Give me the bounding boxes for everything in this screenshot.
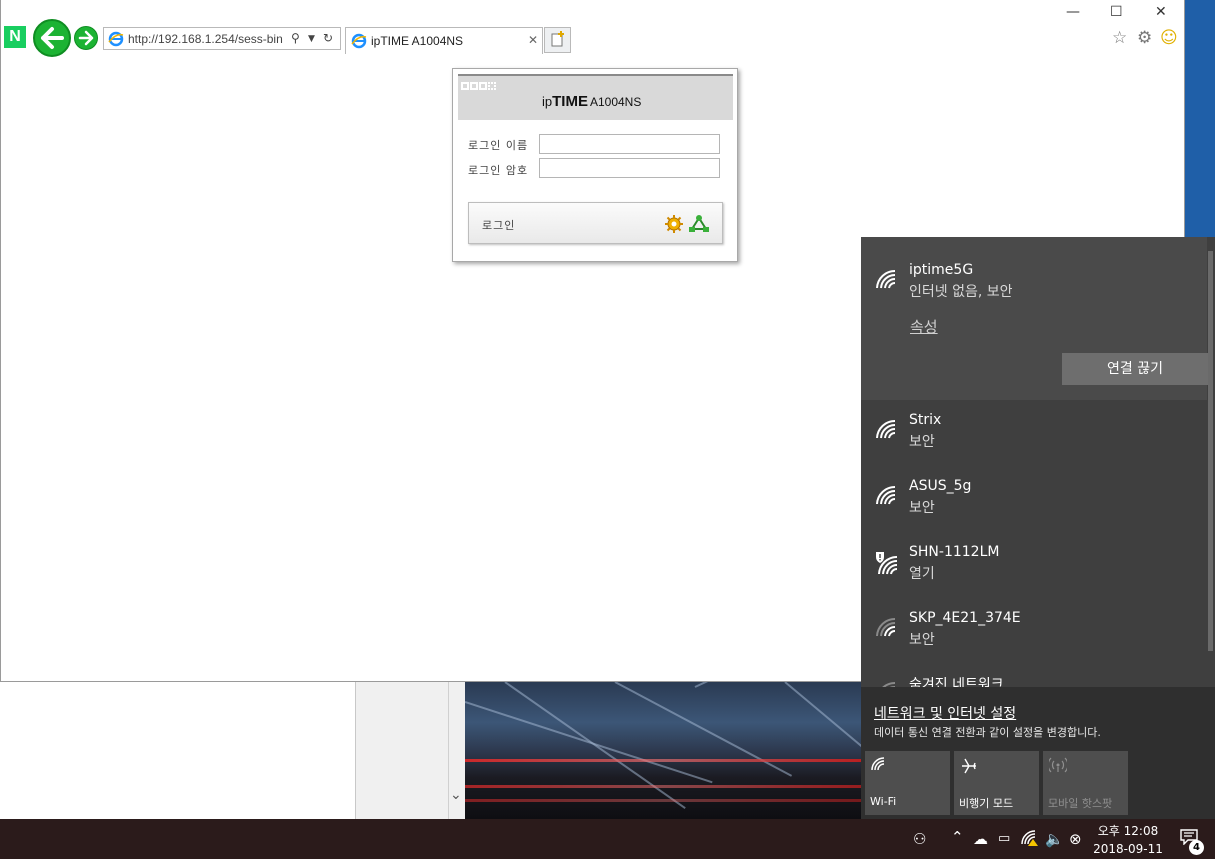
favorites-star-icon[interactable]: ☆ bbox=[1112, 28, 1127, 48]
brand-prefix: ip bbox=[542, 94, 553, 109]
new-tab-button[interactable] bbox=[544, 27, 571, 53]
wifi-open-shield-icon bbox=[876, 552, 898, 575]
network-status: 열기 bbox=[909, 566, 935, 582]
hotspot-icon bbox=[1049, 757, 1067, 773]
network-status: 보안 bbox=[909, 434, 935, 450]
network-name: SKP_4E21_374E bbox=[909, 610, 1021, 626]
dropdown-icon[interactable]: ▼ bbox=[308, 34, 315, 44]
password-label: 로그인 암호 bbox=[468, 164, 529, 177]
wifi-warning-icon[interactable] bbox=[1021, 830, 1039, 850]
background-divider bbox=[448, 681, 449, 819]
scrollbar-thumb[interactable] bbox=[1208, 251, 1213, 651]
arrow-left-icon bbox=[41, 27, 64, 49]
wifi-signal-icon bbox=[876, 420, 896, 439]
chevron-up-icon[interactable]: ⌃ bbox=[951, 828, 964, 846]
login-button[interactable]: 로그인 bbox=[468, 202, 723, 244]
network-error-icon[interactable]: ⊗ bbox=[1069, 830, 1082, 848]
iptime-logo-squares bbox=[461, 79, 497, 93]
clock-time: 오후 12:08 bbox=[1097, 824, 1159, 838]
wifi-icon bbox=[871, 757, 885, 771]
back-button[interactable] bbox=[33, 19, 71, 57]
wifi-warning-glyph bbox=[1021, 830, 1038, 846]
username-input[interactable] bbox=[539, 134, 720, 154]
volume-icon[interactable]: 🔈 bbox=[1045, 830, 1064, 848]
network-name: iptime5G bbox=[909, 262, 974, 278]
search-icon[interactable]: ⚲ bbox=[291, 31, 300, 45]
background-window: ⌄ bbox=[355, 681, 465, 819]
tab-close-icon[interactable]: ✕ bbox=[528, 33, 538, 47]
taskbar: ⚇ ⌃ ☁ ▭ 🔈 ⊗ 오후 12:08 2018-09-11 4 bbox=[0, 819, 1215, 859]
clock-date: 2018-09-11 bbox=[1093, 842, 1163, 856]
refresh-icon[interactable]: ↻ bbox=[323, 31, 333, 45]
username-label: 로그인 이름 bbox=[468, 139, 529, 152]
close-button[interactable]: ✕ bbox=[1155, 4, 1167, 20]
chevron-down-icon[interactable]: ⌄ bbox=[450, 787, 462, 803]
network-settings-link[interactable]: 네트워크 및 인터넷 설정 bbox=[874, 703, 1016, 723]
quick-action-label: 모바일 핫스팟 bbox=[1048, 797, 1113, 810]
login-header: ipTIME A1004NS bbox=[458, 74, 733, 120]
gear-icon[interactable]: ⚙ bbox=[1137, 28, 1152, 48]
airplane-mode-quick-action[interactable]: 비행기 모드 bbox=[954, 751, 1039, 815]
minimize-button[interactable]: — bbox=[1066, 4, 1080, 20]
network-item[interactable]: SHN-1112LM 열기 bbox=[861, 544, 1207, 610]
properties-link[interactable]: 속성 bbox=[910, 316, 938, 337]
network-name: SHN-1112LM bbox=[909, 544, 1000, 560]
address-bar[interactable]: http://192.168.1.254/sess-bin ⚲ ▼ ↻ bbox=[103, 27, 341, 50]
network-setup-icon[interactable] bbox=[688, 214, 710, 234]
wifi-signal-icon bbox=[876, 486, 896, 505]
network-item[interactable]: SKP_4E21_374E 보안 bbox=[861, 610, 1207, 676]
ie-logo-icon bbox=[351, 33, 367, 49]
tab-iptime[interactable]: ipTIME A1004NS ✕ bbox=[345, 27, 543, 54]
ie-logo-icon bbox=[108, 31, 124, 47]
quick-action-label: Wi-Fi bbox=[870, 795, 897, 808]
network-item[interactable]: Strix 보안 bbox=[861, 412, 1207, 478]
disconnect-button[interactable]: 연결 끊기 bbox=[1062, 353, 1208, 385]
network-list-scrollbar[interactable] bbox=[1207, 237, 1215, 692]
notification-count-badge: 4 bbox=[1189, 840, 1204, 855]
network-name: ASUS_5g bbox=[909, 478, 972, 494]
wifi-signal-icon bbox=[876, 270, 896, 289]
mobile-hotspot-quick-action[interactable]: 모바일 핫스팟 bbox=[1043, 751, 1128, 815]
network-item-active[interactable]: iptime5G 인터넷 없음, 보안 속성 연결 끊기 bbox=[861, 237, 1208, 400]
network-status: 보안 bbox=[909, 500, 935, 516]
brand-strong: TIME bbox=[552, 93, 588, 110]
network-flyout-footer: 네트워크 및 인터넷 설정 데이터 통신 연결 전환과 같이 설정을 변경합니다… bbox=[861, 687, 1215, 819]
desktop-background bbox=[1185, 0, 1215, 240]
airplane-icon bbox=[962, 758, 976, 774]
forward-button[interactable] bbox=[74, 26, 98, 50]
naver-logo-icon[interactable]: N bbox=[4, 26, 26, 48]
quick-action-label: 비행기 모드 bbox=[959, 797, 1014, 810]
browser-toolbar: N http://192.168.1.254/sess-bin ⚲ ▼ ↻ ip… bbox=[1, 0, 1184, 58]
onedrive-cloud-icon[interactable]: ☁ bbox=[973, 830, 988, 848]
address-url[interactable]: http://192.168.1.254/sess-bin bbox=[128, 32, 288, 46]
network-item[interactable]: ASUS_5g 보안 bbox=[861, 478, 1207, 544]
network-flyout: iptime5G 인터넷 없음, 보안 속성 연결 끊기 Strix 보안 AS… bbox=[861, 237, 1215, 819]
router-model: A1004NS bbox=[589, 95, 642, 109]
wifi-weak-signal-icon bbox=[876, 618, 896, 637]
network-name: Strix bbox=[909, 412, 942, 428]
taskbar-clock[interactable]: 오후 12:08 2018-09-11 bbox=[1090, 822, 1166, 858]
wifi-quick-action[interactable]: Wi-Fi bbox=[865, 751, 950, 815]
arrow-right-icon bbox=[78, 30, 94, 46]
router-brand: ipTIME A1004NS bbox=[542, 93, 641, 110]
network-status: 인터넷 없음, 보안 bbox=[909, 284, 1013, 300]
tab-title: ipTIME A1004NS bbox=[371, 34, 464, 48]
battery-icon[interactable]: ▭ bbox=[998, 831, 1010, 846]
router-login-panel: ipTIME A1004NS 로그인 이름 로그인 암호 로그인 bbox=[452, 68, 738, 262]
login-button-label: 로그인 bbox=[482, 219, 516, 232]
setup-gear-icon[interactable] bbox=[664, 214, 684, 234]
new-tab-icon bbox=[551, 31, 564, 47]
network-settings-desc: 데이터 통신 연결 전환과 같이 설정을 변경합니다. bbox=[874, 726, 1101, 739]
smiley-feedback-icon[interactable]: ☺ bbox=[1160, 28, 1178, 48]
desktop-wallpaper-photo bbox=[465, 681, 862, 819]
network-status: 보안 bbox=[909, 632, 935, 648]
people-icon[interactable]: ⚇ bbox=[913, 830, 926, 848]
maximize-button[interactable]: ☐ bbox=[1110, 4, 1123, 20]
password-input[interactable] bbox=[539, 158, 720, 178]
